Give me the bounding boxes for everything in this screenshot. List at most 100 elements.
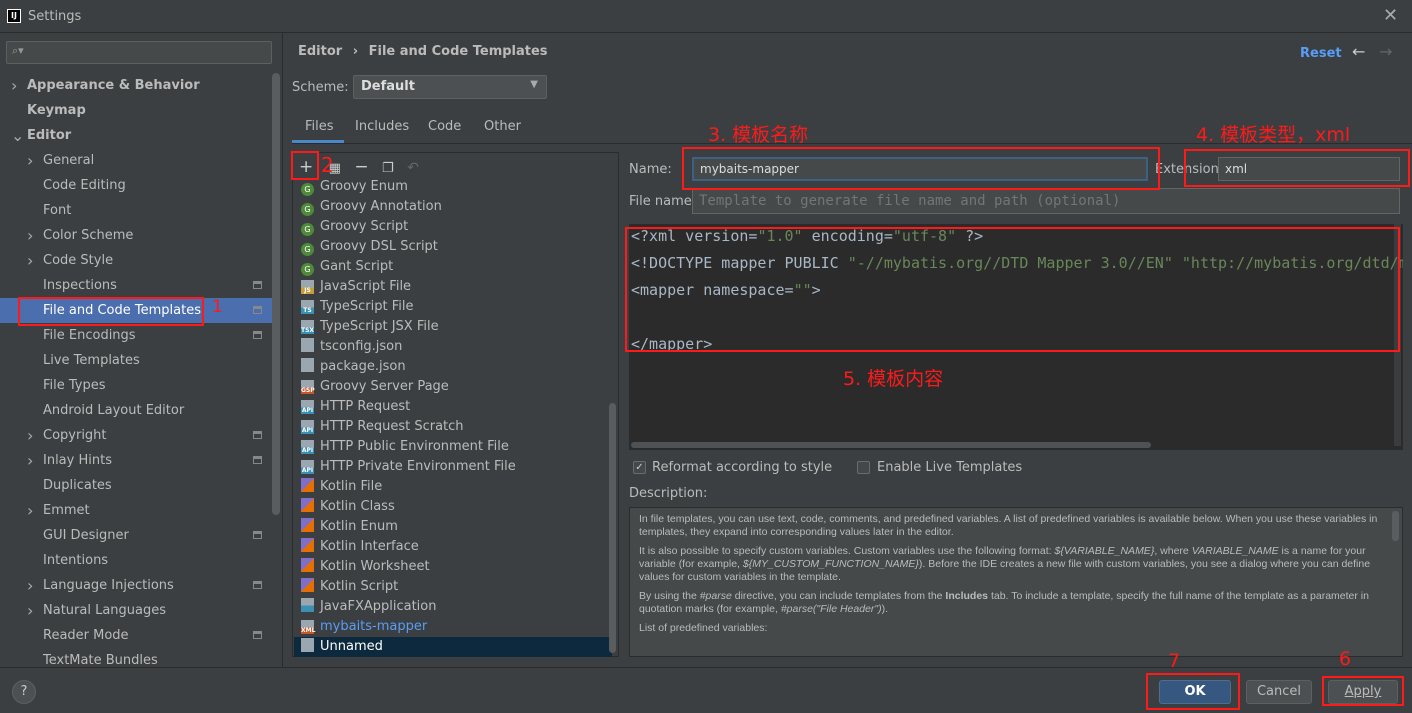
sidebar-item-natural-languages[interactable]: › Natural Languages: [0, 598, 272, 623]
sidebar-item-intentions[interactable]: Intentions: [0, 548, 272, 573]
sidebar-item-appearance-behavior[interactable]: › Appearance & Behavior: [0, 73, 272, 98]
tab-label: Other: [484, 119, 521, 134]
sidebar-item-inlay-hints[interactable]: › Inlay Hints: [0, 448, 272, 473]
sidebar-item-editor[interactable]: ⌄ Editor: [0, 123, 272, 148]
template-item[interactable]: TSX TypeScript JSX File: [301, 317, 619, 337]
sidebar-item-label: Color Scheme: [43, 228, 134, 243]
chevron-down-icon[interactable]: ⌄: [11, 123, 24, 148]
tab-includes[interactable]: Includes: [355, 119, 409, 143]
editor-h-scrollbar[interactable]: [631, 442, 1151, 448]
breadcrumb-editor[interactable]: Editor: [298, 44, 342, 59]
template-item[interactable]: Kotlin Enum: [301, 517, 619, 537]
back-arrow-icon[interactable]: ←: [1352, 42, 1365, 61]
remove-template-icon[interactable]: −: [354, 157, 368, 177]
app-icon: IJ: [7, 9, 21, 23]
description-scrollbar[interactable]: [1392, 511, 1399, 541]
cancel-button[interactable]: Cancel: [1246, 680, 1312, 704]
template-item-label: TypeScript JSX File: [320, 319, 439, 334]
sidebar-item-label: Intentions: [43, 553, 109, 568]
tab-other[interactable]: Other: [484, 119, 521, 143]
sidebar-item-android-layout-editor[interactable]: Android Layout Editor: [0, 398, 272, 423]
template-item[interactable]: G Groovy DSL Script: [301, 237, 619, 257]
file-file-icon: [301, 638, 314, 652]
chevron-right-icon[interactable]: ›: [27, 448, 33, 473]
annotation-box-sidebar: [18, 297, 204, 326]
reset-link[interactable]: Reset: [1300, 46, 1342, 61]
sidebar-item-emmet[interactable]: › Emmet: [0, 498, 272, 523]
breadcrumb-separator: ›: [352, 44, 359, 59]
sidebar-item-copyright[interactable]: › Copyright: [0, 423, 272, 448]
scheme-label: Scheme:: [292, 80, 349, 95]
template-item[interactable]: API HTTP Request: [301, 397, 619, 417]
chevron-right-icon[interactable]: ›: [27, 598, 33, 623]
chevron-right-icon[interactable]: ›: [27, 223, 33, 248]
template-item[interactable]: tsconfig.json: [301, 337, 619, 357]
sidebar-item-label: File Types: [43, 378, 106, 393]
template-item[interactable]: G Groovy Script: [301, 217, 619, 237]
sidebar-item-code-editing[interactable]: Code Editing: [0, 173, 272, 198]
template-item[interactable]: Kotlin Class: [301, 497, 619, 517]
chevron-right-icon[interactable]: ›: [11, 73, 17, 98]
settings-search-input[interactable]: ⌕▾: [6, 41, 272, 64]
chevron-right-icon[interactable]: ›: [27, 423, 33, 448]
template-item[interactable]: API HTTP Private Environment File: [301, 457, 619, 477]
help-icon: ?: [20, 684, 28, 699]
template-list-scrollbar[interactable]: [609, 403, 616, 653]
cfg-file-icon: [301, 358, 314, 372]
sidebar-item-duplicates[interactable]: Duplicates: [0, 473, 272, 498]
help-button[interactable]: ?: [12, 680, 36, 704]
sidebar-item-color-scheme[interactable]: › Color Scheme: [0, 223, 272, 248]
reset-to-default-icon[interactable]: ↶: [407, 160, 419, 176]
reformat-label: Reformat according to style: [652, 460, 833, 475]
template-item[interactable]: package.json: [301, 357, 619, 377]
description-panel: In file templates, you can use text, cod…: [629, 507, 1403, 657]
project-scope-icon: [253, 306, 262, 314]
template-item[interactable]: XML mybaits-mapper: [301, 617, 619, 637]
sidebar-item-label: Inlay Hints: [43, 453, 112, 468]
sidebar-item-gui-designer[interactable]: GUI Designer: [0, 523, 272, 548]
scheme-dropdown[interactable]: Default ▼: [353, 75, 547, 99]
enable-live-templates-checkbox[interactable]: [857, 461, 870, 474]
template-item[interactable]: Kotlin Interface: [301, 537, 619, 557]
annotation-box-apply: [1322, 676, 1404, 706]
tab-files[interactable]: Files: [292, 119, 344, 143]
chevron-right-icon[interactable]: ›: [27, 248, 33, 273]
sidebar-scrollbar[interactable]: [272, 73, 280, 515]
tab-code[interactable]: Code: [428, 119, 461, 143]
sidebar-item-reader-mode[interactable]: Reader Mode: [0, 623, 272, 648]
template-item-label: Kotlin File: [320, 479, 383, 494]
template-item[interactable]: Kotlin Script: [301, 577, 619, 597]
sidebar-item-inspections[interactable]: Inspections: [0, 273, 272, 298]
sidebar-item-live-templates[interactable]: Live Templates: [0, 348, 272, 373]
template-item[interactable]: API HTTP Public Environment File: [301, 437, 619, 457]
reformat-checkbox[interactable]: ✓: [633, 461, 646, 474]
template-item[interactable]: JavaFXApplication: [301, 597, 619, 617]
sidebar-item-keymap[interactable]: Keymap: [0, 98, 272, 123]
sidebar-item-language-injections[interactable]: › Language Injections: [0, 573, 272, 598]
template-item[interactable]: Kotlin File: [301, 477, 619, 497]
filename-input[interactable]: [692, 188, 1400, 214]
sidebar-item-code-style[interactable]: › Code Style: [0, 248, 272, 273]
template-item[interactable]: Kotlin Worksheet: [301, 557, 619, 577]
template-item[interactable]: JS JavaScript File: [301, 277, 619, 297]
template-item[interactable]: G Groovy Annotation: [301, 197, 619, 217]
template-item[interactable]: API HTTP Request Scratch: [301, 417, 619, 437]
annotation-3: 3. 模板名称: [708, 124, 809, 146]
template-item[interactable]: GSP Groovy Server Page: [301, 377, 619, 397]
chevron-right-icon[interactable]: ›: [27, 498, 33, 523]
close-icon[interactable]: ✕: [1383, 5, 1398, 26]
sidebar-item-file-types[interactable]: File Types: [0, 373, 272, 398]
template-item[interactable]: G Groovy Enum: [301, 177, 619, 197]
chevron-right-icon[interactable]: ›: [27, 148, 33, 173]
template-item[interactable]: G Gant Script: [301, 257, 619, 277]
copy-template-icon[interactable]: ❐: [382, 161, 394, 176]
tsx-file-icon: TSX: [301, 320, 314, 334]
template-item[interactable]: TS TypeScript File: [301, 297, 619, 317]
template-item[interactable]: Unnamed: [294, 637, 612, 657]
forward-arrow-icon[interactable]: →: [1379, 42, 1392, 61]
k-file-icon: [301, 538, 314, 552]
chevron-right-icon[interactable]: ›: [27, 573, 33, 598]
sidebar-item-font[interactable]: Font: [0, 198, 272, 223]
sidebar-item-general[interactable]: › General: [0, 148, 272, 173]
sidebar-item-file-encodings[interactable]: File Encodings: [0, 323, 272, 348]
